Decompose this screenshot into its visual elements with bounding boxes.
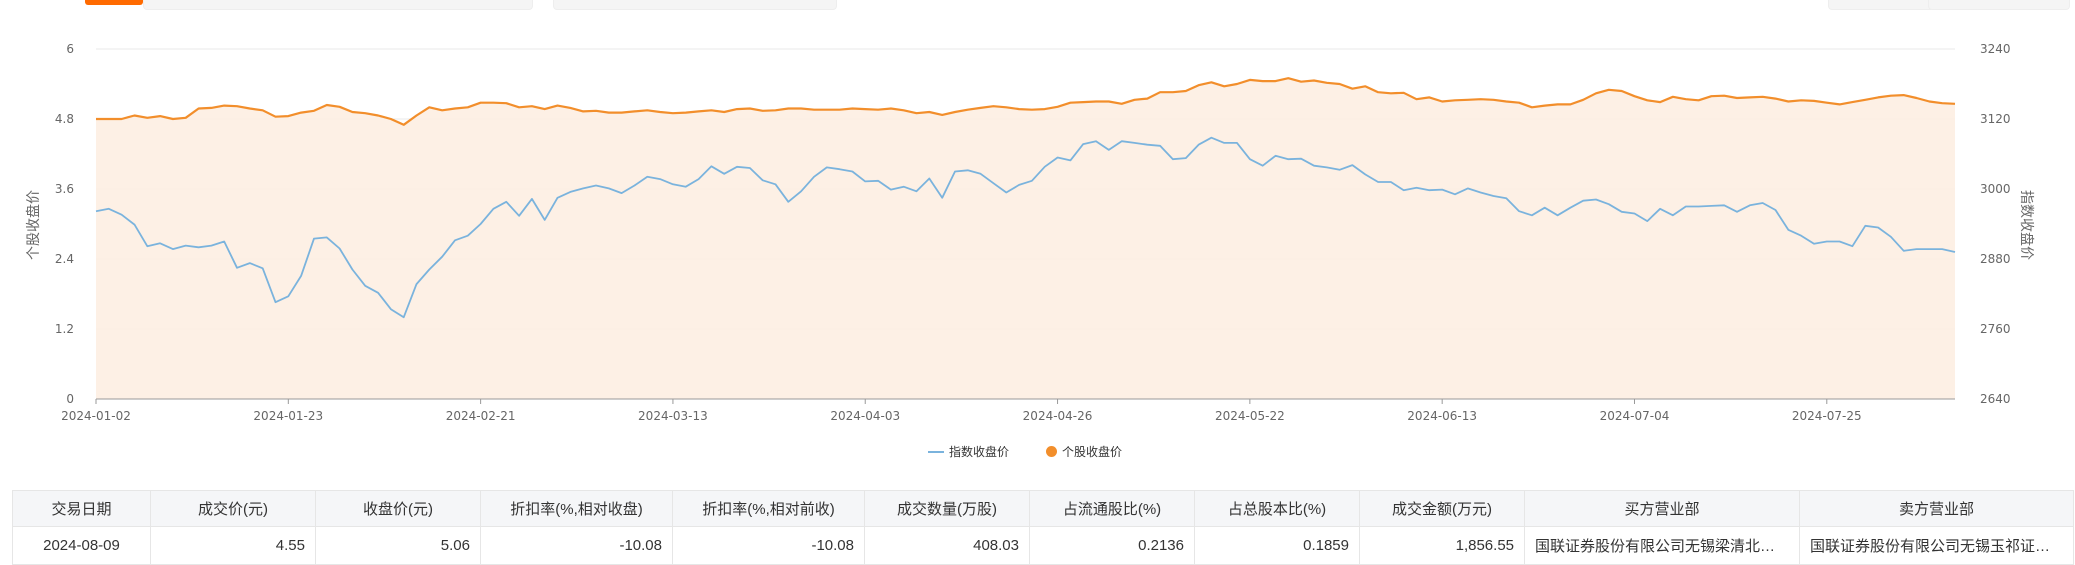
x-tick-label: 2024-01-02 [61,409,131,423]
x-tick-label: 2024-01-23 [253,409,323,423]
left-axis-title: 个股收盘价 [25,190,42,260]
cell-volume: 408.03 [864,526,1030,565]
chart-legend: 指数收盘价 个股收盘价 [0,443,2075,463]
left-tick-label: 1.2 [55,322,74,336]
legend-label-stock: 个股收盘价 [1062,445,1123,459]
col-header[interactable]: 成交金额(万元) [1359,490,1525,527]
legend-dot-swatch [1046,446,1057,457]
x-tick-label: 2024-07-04 [1600,409,1670,423]
price-chart: 0 2640 1.2 2760 2.4 2880 3.6 3000 4.8 3120 6 3240 20… [25,42,2035,423]
left-tick-label: 4.8 [55,112,74,126]
legend-line-swatch [928,450,944,453]
x-tick-label: 2024-07-25 [1792,409,1862,423]
legend-item-stock[interactable]: 个股收盘价 [1046,443,1122,460]
right-tick-label: 3120 [1980,112,2011,126]
cell-total-ratio: 0.1859 [1194,526,1360,565]
x-tick-label: 2024-02-21 [446,409,516,423]
cell-amount: 1,856.55 [1359,526,1525,565]
left-tick-label: 6 [66,42,74,56]
cell-discount-prev: -10.08 [672,526,865,565]
stock-area-fill [96,78,1955,399]
legend-label-index: 指数收盘价 [949,445,1010,459]
cell-discount-close: -10.08 [480,526,673,565]
table-row[interactable]: 2024-08-09 4.55 5.06 -10.08 -10.08 408.0… [12,526,2074,565]
legend-item-index[interactable]: 指数收盘价 [928,443,1009,460]
col-header[interactable]: 卖方营业部 [1799,490,2074,527]
col-header[interactable]: 占流通股比(%) [1029,490,1195,527]
cell-float-ratio: 0.2136 [1029,526,1195,565]
col-header[interactable]: 收盘价(元) [315,490,481,527]
right-tick-label: 2760 [1980,322,2011,336]
col-header[interactable]: 买方营业部 [1524,490,1800,527]
block-trade-table: 交易日期 成交价(元) 收盘价(元) 折扣率(%,相对收盘) 折扣率(%,相对前… [12,490,2074,565]
col-header[interactable]: 成交数量(万股) [864,490,1030,527]
col-header[interactable]: 交易日期 [12,490,151,527]
cell-seller: 国联证券股份有限公司无锡玉祁证券营业部 [1799,526,2074,565]
left-tick-label: 3.6 [55,182,74,196]
left-tick-label: 0 [66,392,74,406]
x-tick-label: 2024-04-26 [1023,409,1093,423]
right-axis-title: 指数收盘价 [2018,190,2035,260]
x-tick-label: 2024-05-22 [1215,409,1285,423]
cell-deal-price: 4.55 [150,526,316,565]
x-tick-label: 2024-04-03 [830,409,900,423]
col-header[interactable]: 折扣率(%,相对收盘) [480,490,673,527]
col-header[interactable]: 占总股本比(%) [1194,490,1360,527]
x-tick-label: 2024-06-13 [1407,409,1477,423]
right-tick-label: 2640 [1980,392,2011,406]
cell-buyer: 国联证券股份有限公司无锡梁清北路证券营业部 [1524,526,1800,565]
left-tick-label: 2.4 [55,252,74,266]
right-tick-label: 2880 [1980,252,2011,266]
right-tick-label: 3240 [1980,42,2011,56]
right-tick-label: 3000 [1980,182,2011,196]
cell-close-price: 5.06 [315,526,481,565]
table-header-row: 交易日期 成交价(元) 收盘价(元) 折扣率(%,相对收盘) 折扣率(%,相对前… [12,490,2074,527]
cell-trade-date: 2024-08-09 [12,526,151,565]
col-header[interactable]: 成交价(元) [150,490,316,527]
x-tick-label: 2024-03-13 [638,409,708,423]
col-header[interactable]: 折扣率(%,相对前收) [672,490,865,527]
